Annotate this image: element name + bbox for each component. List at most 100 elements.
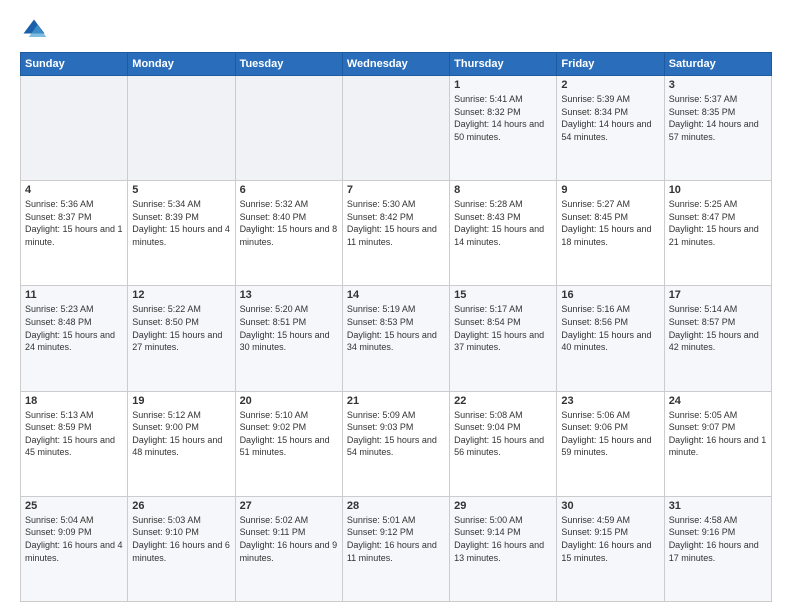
calendar-cell: 14 Sunrise: 5:19 AMSunset: 8:53 PMDayligh… <box>342 286 449 391</box>
calendar-cell: 21Sunrise: 5:09 AMSunset: 9:03 PMDayligh… <box>342 391 449 496</box>
day-info: Sunrise: 5:19 AMSunset: 8:53 PMDaylight:… <box>347 303 445 353</box>
day-number: 24 <box>669 395 767 407</box>
day-number: 20 <box>240 395 338 407</box>
day-info: Sunrise: 5:03 AMSunset: 9:10 PMDaylight:… <box>132 514 230 564</box>
calendar-cell: 28Sunrise: 5:01 AMSunset: 9:12 PMDayligh… <box>342 496 449 601</box>
calendar-cell: 26 Sunrise: 5:03 AMSunset: 9:10 PMDayligh… <box>128 496 235 601</box>
day-number: 25 <box>25 500 123 512</box>
header-day-saturday: Saturday <box>664 53 771 76</box>
calendar-cell: 18 Sunrise: 5:13 AMSunset: 8:59 PMDayligh… <box>21 391 128 496</box>
day-info: Sunrise: 5:04 AMSunset: 9:09 PMDaylight:… <box>25 514 123 564</box>
calendar-table: SundayMondayTuesdayWednesdayThursdayFrid… <box>20 52 772 602</box>
calendar-cell: 20 Sunrise: 5:10 AMSunset: 9:02 PMDayligh… <box>235 391 342 496</box>
day-number: 14 <box>347 289 445 301</box>
calendar-cell: 30 Sunrise: 4:59 AMSunset: 9:15 PMDayligh… <box>557 496 664 601</box>
day-number: 19 <box>132 395 230 407</box>
calendar-cell: 23 Sunrise: 5:06 AMSunset: 9:06 PMDayligh… <box>557 391 664 496</box>
calendar-cell: 3 Sunrise: 5:37 AMSunset: 8:35 PMDaylight… <box>664 76 771 181</box>
header-day-sunday: Sunday <box>21 53 128 76</box>
calendar-cell: 2Sunrise: 5:39 AMSunset: 8:34 PMDaylight… <box>557 76 664 181</box>
day-info: Sunrise: 5:30 AMSunset: 8:42 PMDaylight:… <box>347 198 445 248</box>
day-info: Sunrise: 5:32 AMSunset: 8:40 PMDaylight:… <box>240 198 338 248</box>
header-day-friday: Friday <box>557 53 664 76</box>
day-info: Sunrise: 5:36 AMSunset: 8:37 PMDaylight:… <box>25 198 123 248</box>
calendar-header: SundayMondayTuesdayWednesdayThursdayFrid… <box>21 53 772 76</box>
day-number: 11 <box>25 289 123 301</box>
day-info: Sunrise: 5:13 AMSunset: 8:59 PMDaylight:… <box>25 409 123 459</box>
calendar-week-3: 11 Sunrise: 5:23 AMSunset: 8:48 PMDayligh… <box>21 286 772 391</box>
day-number: 22 <box>454 395 552 407</box>
calendar-cell: 11 Sunrise: 5:23 AMSunset: 8:48 PMDayligh… <box>21 286 128 391</box>
calendar-cell <box>342 76 449 181</box>
day-info: Sunrise: 5:23 AMSunset: 8:48 PMDaylight:… <box>25 303 123 353</box>
day-number: 31 <box>669 500 767 512</box>
day-info: Sunrise: 5:01 AMSunset: 9:12 PMDaylight:… <box>347 514 445 564</box>
calendar-cell: 10Sunrise: 5:25 AMSunset: 8:47 PMDayligh… <box>664 181 771 286</box>
calendar-cell: 31 Sunrise: 4:58 AMSunset: 9:16 PMDayligh… <box>664 496 771 601</box>
day-number: 8 <box>454 184 552 196</box>
day-number: 13 <box>240 289 338 301</box>
calendar-cell: 15Sunrise: 5:17 AMSunset: 8:54 PMDayligh… <box>450 286 557 391</box>
calendar-cell: 17 Sunrise: 5:14 AMSunset: 8:57 PMDayligh… <box>664 286 771 391</box>
day-info: Sunrise: 5:28 AMSunset: 8:43 PMDaylight:… <box>454 198 552 248</box>
day-number: 4 <box>25 184 123 196</box>
day-number: 7 <box>347 184 445 196</box>
day-info: Sunrise: 5:34 AMSunset: 8:39 PMDaylight:… <box>132 198 230 248</box>
day-number: 3 <box>669 79 767 91</box>
calendar-body: 1 Sunrise: 5:41 AMSunset: 8:32 PMDaylight… <box>21 76 772 602</box>
day-info: Sunrise: 5:16 AMSunset: 8:56 PMDaylight:… <box>561 303 659 353</box>
calendar-cell: 27Sunrise: 5:02 AMSunset: 9:11 PMDayligh… <box>235 496 342 601</box>
day-number: 18 <box>25 395 123 407</box>
day-number: 6 <box>240 184 338 196</box>
header <box>20 16 772 44</box>
calendar-cell <box>21 76 128 181</box>
day-info: Sunrise: 4:58 AMSunset: 9:16 PMDaylight:… <box>669 514 767 564</box>
day-info: Sunrise: 5:22 AMSunset: 8:50 PMDaylight:… <box>132 303 230 353</box>
day-number: 9 <box>561 184 659 196</box>
calendar-cell: 9 Sunrise: 5:27 AMSunset: 8:45 PMDaylight… <box>557 181 664 286</box>
day-info: Sunrise: 5:27 AMSunset: 8:45 PMDaylight:… <box>561 198 659 248</box>
day-number: 30 <box>561 500 659 512</box>
header-day-wednesday: Wednesday <box>342 53 449 76</box>
calendar-cell: 7 Sunrise: 5:30 AMSunset: 8:42 PMDaylight… <box>342 181 449 286</box>
day-number: 23 <box>561 395 659 407</box>
day-info: Sunrise: 5:00 AMSunset: 9:14 PMDaylight:… <box>454 514 552 564</box>
day-info: Sunrise: 5:12 AMSunset: 9:00 PMDaylight:… <box>132 409 230 459</box>
day-number: 12 <box>132 289 230 301</box>
day-info: Sunrise: 5:41 AMSunset: 8:32 PMDaylight:… <box>454 93 552 143</box>
page: SundayMondayTuesdayWednesdayThursdayFrid… <box>0 0 792 612</box>
calendar-cell: 29Sunrise: 5:00 AMSunset: 9:14 PMDayligh… <box>450 496 557 601</box>
header-row: SundayMondayTuesdayWednesdayThursdayFrid… <box>21 53 772 76</box>
day-info: Sunrise: 4:59 AMSunset: 9:15 PMDaylight:… <box>561 514 659 564</box>
logo <box>20 16 52 44</box>
day-info: Sunrise: 5:05 AMSunset: 9:07 PMDaylight:… <box>669 409 767 459</box>
calendar-cell: 16 Sunrise: 5:16 AMSunset: 8:56 PMDayligh… <box>557 286 664 391</box>
calendar-week-2: 4 Sunrise: 5:36 AMSunset: 8:37 PMDaylight… <box>21 181 772 286</box>
day-info: Sunrise: 5:10 AMSunset: 9:02 PMDaylight:… <box>240 409 338 459</box>
logo-icon <box>20 16 48 44</box>
day-info: Sunrise: 5:08 AMSunset: 9:04 PMDaylight:… <box>454 409 552 459</box>
day-number: 16 <box>561 289 659 301</box>
calendar-cell: 13 Sunrise: 5:20 AMSunset: 8:51 PMDayligh… <box>235 286 342 391</box>
calendar-cell: 1 Sunrise: 5:41 AMSunset: 8:32 PMDaylight… <box>450 76 557 181</box>
day-number: 2 <box>561 79 659 91</box>
day-info: Sunrise: 5:06 AMSunset: 9:06 PMDaylight:… <box>561 409 659 459</box>
calendar-cell: 22 Sunrise: 5:08 AMSunset: 9:04 PMDayligh… <box>450 391 557 496</box>
day-info: Sunrise: 5:17 AMSunset: 8:54 PMDaylight:… <box>454 303 552 353</box>
day-info: Sunrise: 5:14 AMSunset: 8:57 PMDaylight:… <box>669 303 767 353</box>
day-number: 17 <box>669 289 767 301</box>
day-number: 21 <box>347 395 445 407</box>
calendar-cell: 19 Sunrise: 5:12 AMSunset: 9:00 PMDayligh… <box>128 391 235 496</box>
calendar-cell: 6 Sunrise: 5:32 AMSunset: 8:40 PMDaylight… <box>235 181 342 286</box>
calendar-week-1: 1 Sunrise: 5:41 AMSunset: 8:32 PMDaylight… <box>21 76 772 181</box>
calendar-cell: 8 Sunrise: 5:28 AMSunset: 8:43 PMDaylight… <box>450 181 557 286</box>
day-number: 5 <box>132 184 230 196</box>
header-day-monday: Monday <box>128 53 235 76</box>
day-info: Sunrise: 5:20 AMSunset: 8:51 PMDaylight:… <box>240 303 338 353</box>
calendar-cell: 25 Sunrise: 5:04 AMSunset: 9:09 PMDayligh… <box>21 496 128 601</box>
day-info: Sunrise: 5:37 AMSunset: 8:35 PMDaylight:… <box>669 93 767 143</box>
calendar-cell <box>128 76 235 181</box>
day-number: 26 <box>132 500 230 512</box>
day-number: 1 <box>454 79 552 91</box>
header-day-thursday: Thursday <box>450 53 557 76</box>
